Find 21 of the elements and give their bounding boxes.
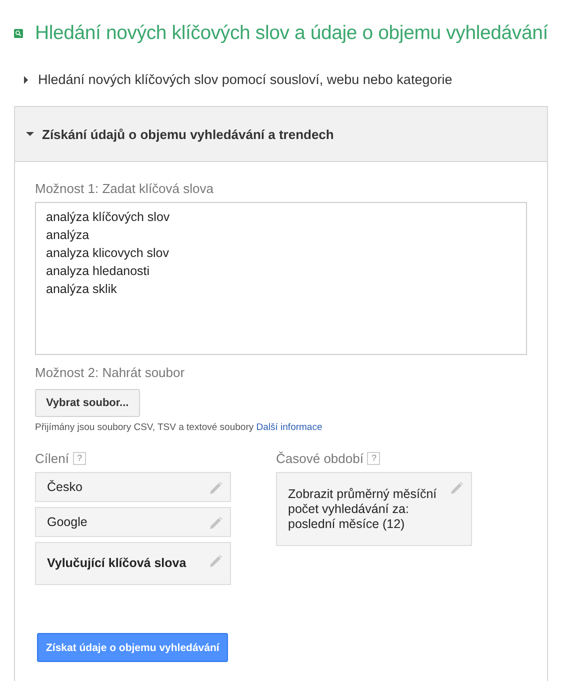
- page-title: Hledání nových klíčových slov a údaje o objemu vyhledávání: [34, 22, 548, 45]
- keywords-field[interactable]: analýza klíčových slov analýza analyza klicovych slov analyza hledanosti analýza sklik: [35, 202, 527, 355]
- pencil-icon[interactable]: [210, 482, 222, 494]
- targeting-label: Cílení: [35, 451, 69, 466]
- period-label: Časové období: [276, 451, 364, 466]
- targeting-item[interactable]: Česko: [35, 472, 231, 502]
- period-item[interactable]: Zobrazit průměrný měsíční počet vyhledávání za: poslední měsíce (12): [276, 472, 472, 546]
- targeting-item[interactable]: Vylučující klíčová slova: [35, 542, 231, 585]
- field-label: Možnost 2: Nahrát soubor: [35, 365, 186, 380]
- collapsed-section[interactable]: Hledání nových klíčových slov pomocí sousloví, webu nebo kategorie: [24, 72, 548, 87]
- help-badge[interactable]: ?: [72, 452, 86, 465]
- pencil-icon[interactable]: [451, 482, 463, 494]
- targeting-item[interactable]: Google: [35, 507, 231, 537]
- help-badge[interactable]: ?: [367, 452, 380, 465]
- panel-header[interactable]: Získání údajů o objemu vyhledávání a trendech: [15, 107, 547, 162]
- file-note: Přijímány jsou soubory CSV, TSV a textové soubory: [35, 422, 254, 433]
- more-info-link[interactable]: Další informace: [256, 422, 322, 433]
- choose-file-button[interactable]: Vybrat soubor...: [35, 389, 140, 417]
- pencil-icon[interactable]: [210, 555, 222, 567]
- pencil-icon[interactable]: [210, 517, 222, 529]
- field-label: Možnost 1: Zadat klíčová slova: [35, 181, 214, 196]
